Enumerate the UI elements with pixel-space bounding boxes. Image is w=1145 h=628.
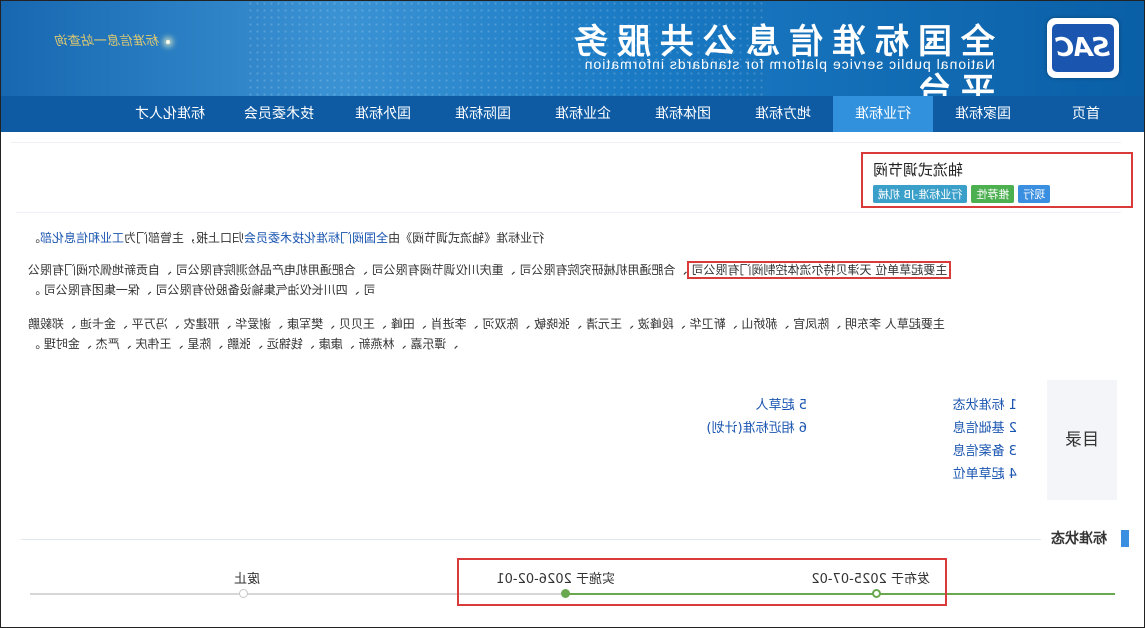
intro-paragraph: 行业标准《轴流式调节阀》由全国阀门标准化技术委员会归口上报，主管部门为工业和信息… — [28, 231, 545, 245]
badge-recommended: 推荐性 — [971, 185, 1015, 203]
badge-industry-category: 行业标准-JB 机械 — [873, 185, 968, 203]
main-nav: 首页 国家标准 行业标准 地方标准 团体标准 企业标准 国际标准 国外标准 技术… — [0, 96, 1145, 132]
standard-name: 轴流式调节阀 — [873, 161, 964, 179]
nav-item-home[interactable]: 首页 — [1041, 96, 1131, 132]
toc-item-drafting-units[interactable]: 4 起草单位 — [953, 463, 1017, 482]
toc-item-status[interactable]: 1 标准状态 — [953, 394, 1017, 413]
site-subtitle: National public service platform for sta… — [583, 56, 995, 72]
toc-item-similar-standards[interactable]: 6 相近标准(计划) — [706, 417, 807, 436]
sac-logo-text: SAC — [1052, 24, 1114, 72]
section-divider — [21, 539, 1041, 540]
intro-text: 归口上报，主管部门为 — [124, 231, 245, 245]
page-root: SAC 全国标准信息公共服务平台 National public service… — [0, 0, 1145, 628]
toc-item-drafters[interactable]: 5 起草人 — [756, 394, 807, 413]
nav-item-standardization-talent[interactable]: 标准化人才 — [115, 96, 225, 132]
other-drafting-units: 、合肥通用机械研究院有限公司 、重庆川仪调节阀有限公司 、合肥通用机电产品检测院… — [28, 263, 688, 277]
divider — [11, 142, 1121, 143]
sac-logo[interactable]: SAC — [1047, 18, 1119, 78]
status-section-header: 标准状态 — [21, 528, 1129, 552]
drafting-units-paragraph: 主要起草单位 天津贝特尔流体控制阀门有限公司、合肥通用机械研究院有限公司 、重庆… — [28, 260, 1128, 300]
nav-item-local-standards[interactable]: 地方标准 — [733, 96, 833, 132]
site-header: SAC 全国标准信息公共服务平台 National public service… — [0, 0, 1145, 96]
committee-link[interactable]: 全国阀门标准化技术委员会 — [244, 231, 388, 245]
section-marker — [1121, 530, 1129, 547]
table-of-contents: 目录 1 标准状态 2 基础信息 3 备案信息 4 起草单位 5 起草人 6 相… — [433, 380, 1117, 500]
toc-title: 目录 — [1047, 380, 1117, 500]
drafting-units-line: 司 、四川长仪油气集输设备股份有限公司 、保一集团有限公司 。 — [28, 283, 376, 297]
nav-item-international-standards[interactable]: 国际标准 — [433, 96, 533, 132]
nav-item-national-standards[interactable]: 国家标准 — [933, 96, 1033, 132]
site-title: 全国标准信息公共服务平台 — [565, 22, 995, 96]
nav-item-foreign-standards[interactable]: 国外标准 — [333, 96, 433, 132]
timeline-highlight-box — [457, 558, 947, 606]
drafting-units-line: 主要起草单位 天津贝特尔流体控制阀门有限公司、合肥通用机械研究院有限公司 、重庆… — [28, 260, 1128, 280]
nav-item-industry-standards[interactable]: 行业标准 — [833, 96, 933, 132]
divider — [16, 212, 1121, 213]
nav-item-enterprise-standards[interactable]: 企业标准 — [533, 96, 633, 132]
toc-item-basic-info[interactable]: 2 基础信息 — [953, 417, 1017, 436]
drafters-line: 、谭乐嘉 、林燕新 、康康 、钱锦远 、张鹏 、陈星 、王伟庆 、严杰 、金时理… — [28, 337, 459, 351]
intro-text: 行业标准《轴流式调节阀》由 — [388, 231, 545, 245]
drafters-line: 主要起草人 李东明 、陈凤官 、郝娇山 、靳卫华 、段峰波 、王元清 、张晓敏 … — [28, 317, 945, 331]
primary-drafting-unit: 主要起草单位 天津贝特尔流体控制阀门有限公司 — [687, 261, 952, 279]
standard-info-box: 轴流式调节阀 行业标准-JB 机械 推荐性 现行 — [861, 152, 1133, 208]
abolished-label: 废止 — [233, 572, 260, 587]
site-slogan: 标准信息一站查询 — [55, 34, 160, 49]
department-link[interactable]: 工业和信息化部 — [40, 231, 124, 245]
drafters-paragraph: 主要起草人 李东明 、陈凤官 、郝娇山 、靳卫华 、段峰波 、王元清 、张晓敏 … — [28, 314, 1128, 354]
status-section-title: 标准状态 — [1051, 531, 1107, 547]
nav-item-group-standards[interactable]: 团体标准 — [633, 96, 733, 132]
badge-current: 现行 — [1018, 185, 1051, 203]
abolished-dot — [239, 589, 248, 598]
toc-item-filing-info[interactable]: 3 备案信息 — [953, 440, 1017, 459]
nav-item-technical-committee[interactable]: 技术委员会 — [225, 96, 333, 132]
standard-badges: 行业标准-JB 机械 推荐性 现行 — [873, 185, 1051, 203]
sparkle-icon — [166, 40, 170, 44]
